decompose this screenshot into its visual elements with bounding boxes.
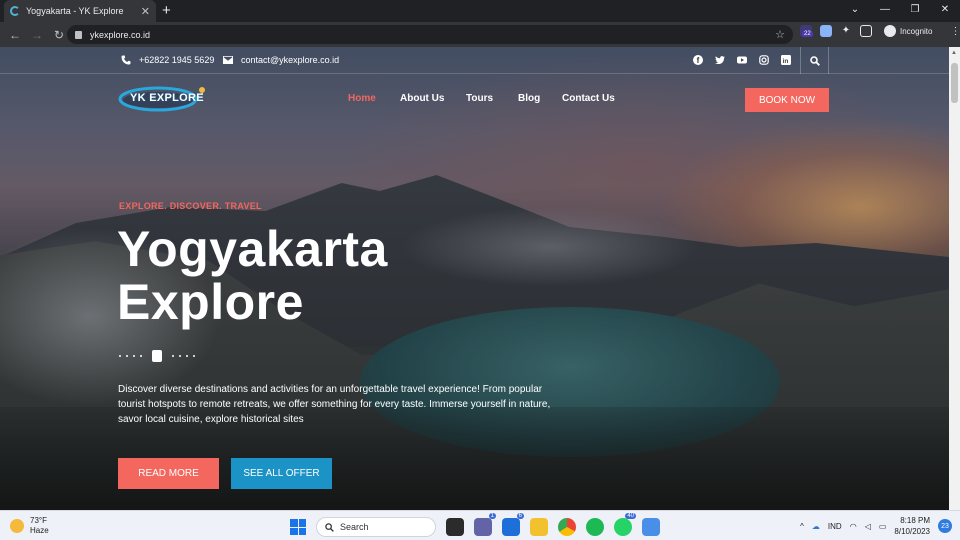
- restore-button[interactable]: ❐: [900, 0, 930, 22]
- scroll-up-icon[interactable]: ▲: [951, 50, 957, 56]
- taskbar-search[interactable]: Search: [316, 517, 436, 537]
- hero-title-line2: Explore: [117, 274, 304, 330]
- email-address: contact@ykexplore.co.id: [241, 55, 340, 65]
- clock-date: 8/10/2023: [894, 527, 930, 536]
- website-viewport: +62822 1945 5629 contact@ykexplore.co.id…: [0, 47, 949, 510]
- phone-contact[interactable]: +62822 1945 5629: [121, 55, 214, 65]
- new-tab-button[interactable]: +: [162, 2, 171, 19]
- phone-number: +62822 1945 5629: [139, 55, 215, 65]
- mail-icon[interactable]: 6: [502, 513, 524, 536]
- see-all-offer-button[interactable]: SEE ALL OFFER: [231, 458, 332, 489]
- nav-blog[interactable]: Blog: [518, 93, 540, 104]
- window-controls: ⌄ — ❐ ✕: [840, 0, 960, 22]
- nav-tours[interactable]: Tours: [466, 93, 493, 104]
- site-logo[interactable]: YK EXPLORE: [118, 83, 206, 115]
- logo-text: YK EXPLORE: [130, 92, 204, 104]
- windows-start-icon[interactable]: [290, 519, 306, 535]
- phone-icon: [121, 55, 131, 65]
- site-favicon-icon: [10, 6, 20, 16]
- forward-arrow-icon[interactable]: →: [26, 28, 48, 42]
- volume-icon[interactable]: ◁: [865, 522, 871, 531]
- weather-desc: Haze: [30, 526, 49, 535]
- browser-toolbar: ← → ↻ ykexplore.co.id ☆ 22 ✦ Incognito ⋮: [0, 22, 960, 47]
- weather-widget[interactable]: 73°F Haze: [10, 516, 49, 536]
- twitter-icon[interactable]: [715, 55, 725, 65]
- puzzle-extensions-icon[interactable]: ✦: [840, 25, 852, 37]
- clock[interactable]: 8:18 PM 8/10/2023: [894, 515, 930, 537]
- tab-search-icon[interactable]: ⌄: [840, 0, 870, 22]
- mail-badge: 6: [516, 513, 524, 519]
- taskbar-apps: Search 1 6 40: [290, 513, 660, 537]
- language-indicator[interactable]: IND: [828, 522, 842, 531]
- luggage-icon: [152, 350, 162, 362]
- teams-icon[interactable]: 1: [474, 513, 496, 536]
- browser-tab-bar: Yogyakarta - YK Explore ✕ + ⌄ — ❐ ✕: [0, 0, 960, 22]
- facebook-icon[interactable]: f: [693, 55, 703, 65]
- instagram-icon[interactable]: [759, 55, 769, 65]
- notification-badge[interactable]: 23: [938, 519, 952, 533]
- linkedin-icon[interactable]: in: [781, 55, 791, 65]
- side-panel-icon[interactable]: [860, 25, 872, 37]
- scrollbar-thumb[interactable]: [951, 63, 958, 103]
- hero-title-line1: Yogyakarta: [117, 221, 388, 277]
- lock-icon: [75, 30, 82, 39]
- profile-button[interactable]: Incognito: [884, 25, 932, 37]
- extension-icon[interactable]: 22: [800, 25, 813, 37]
- minimize-button[interactable]: —: [870, 0, 900, 22]
- read-more-button[interactable]: READ MORE: [118, 458, 219, 489]
- svg-text:in: in: [783, 58, 789, 65]
- email-contact[interactable]: contact@ykexplore.co.id: [223, 55, 339, 65]
- address-bar[interactable]: ykexplore.co.id ☆: [67, 25, 793, 44]
- onedrive-icon[interactable]: ☁: [812, 522, 820, 531]
- extensions-area: 22 ✦ Incognito ⋮: [800, 25, 960, 37]
- hero-description: Discover diverse destinations and activi…: [118, 384, 551, 425]
- site-search-button[interactable]: [800, 47, 829, 74]
- menu-kebab-icon[interactable]: ⋮: [950, 26, 960, 37]
- book-now-button[interactable]: BOOK NOW: [745, 88, 829, 112]
- social-links: f in: [693, 55, 791, 65]
- haze-weather-icon: [10, 519, 24, 533]
- url-text: ykexplore.co.id: [90, 29, 151, 40]
- envelope-icon: [223, 56, 233, 64]
- show-hidden-icons-icon[interactable]: ^: [800, 522, 804, 531]
- page-scrollbar[interactable]: ▲: [949, 47, 960, 510]
- windows-taskbar: 73°F Haze Search 1 6 40 ^ ☁ IND ◠ ◁ ▭ 8:…: [0, 510, 960, 540]
- nav-about-us[interactable]: About Us: [400, 93, 444, 104]
- system-tray: ^ ☁ IND ◠ ◁ ▭ 8:18 PM 8/10/2023 23: [800, 515, 952, 537]
- teams-badge: 1: [488, 513, 496, 519]
- contact-topbar: +62822 1945 5629 contact@ykexplore.co.id…: [0, 47, 949, 74]
- tab-title: Yogyakarta - YK Explore: [26, 6, 124, 16]
- notepad-icon[interactable]: [642, 518, 660, 536]
- file-explorer-icon[interactable]: [530, 518, 548, 536]
- profile-label: Incognito: [900, 26, 933, 36]
- weather-temp: 73°F: [30, 516, 47, 525]
- wifi-icon[interactable]: ◠: [850, 522, 857, 531]
- browser-tab[interactable]: Yogyakarta - YK Explore ✕: [4, 0, 156, 22]
- search-icon: [325, 522, 334, 532]
- hero-kicker: EXPLORE. DISCOVER. TRAVEL: [119, 201, 262, 211]
- extension-icon-2[interactable]: [820, 25, 832, 37]
- search-icon: [809, 55, 820, 66]
- nav-contact-us[interactable]: Contact Us: [562, 93, 615, 104]
- extension-badge: 22: [802, 31, 813, 37]
- whatsapp-badge: 40: [625, 513, 636, 519]
- task-view-icon[interactable]: [446, 518, 464, 536]
- nav-home[interactable]: Home: [348, 93, 376, 104]
- battery-icon[interactable]: ▭: [879, 522, 887, 531]
- chrome-icon[interactable]: [558, 518, 576, 536]
- back-arrow-icon[interactable]: ←: [4, 28, 26, 42]
- close-tab-icon[interactable]: ✕: [141, 5, 150, 18]
- youtube-icon[interactable]: [737, 55, 747, 65]
- taskbar-search-label: Search: [340, 522, 369, 532]
- hero-title: Yogyakarta Explore: [117, 223, 388, 329]
- hero-divider: [119, 350, 195, 362]
- incognito-avatar-icon: [884, 25, 896, 37]
- bookmark-star-icon[interactable]: ☆: [775, 28, 785, 41]
- whatsapp-icon[interactable]: 40: [614, 513, 636, 536]
- close-window-button[interactable]: ✕: [930, 0, 960, 22]
- spotify-icon[interactable]: [586, 518, 604, 536]
- clock-time: 8:18 PM: [900, 516, 930, 525]
